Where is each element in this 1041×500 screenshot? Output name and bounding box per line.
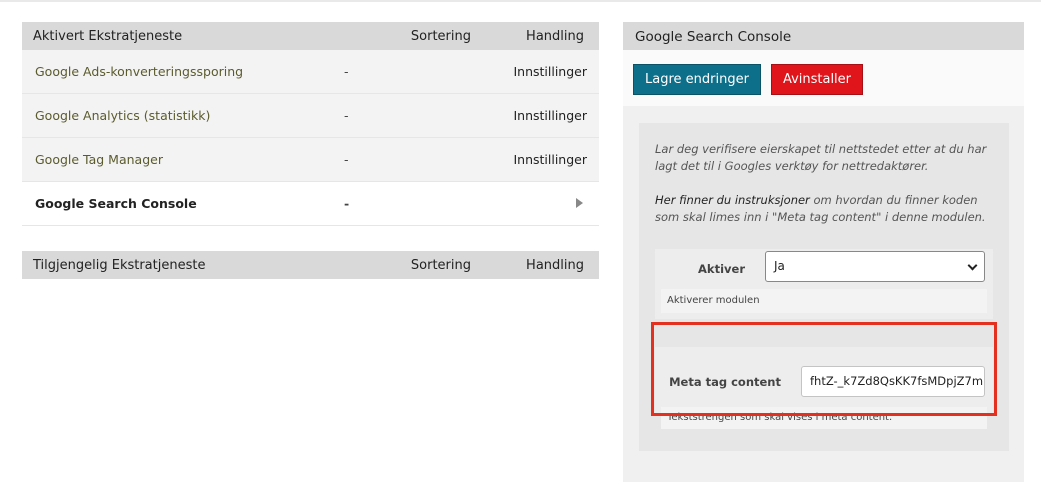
row-name[interactable]: Google Ads-konverteringssporing [22,64,344,79]
settings-link[interactable]: Innstillinger [493,108,599,123]
highlight-box [651,322,997,416]
aktiver-label: Aktiver [698,262,745,276]
play-arrow-icon [576,198,583,208]
header-name: Aktivert Ekstratjeneste [33,28,183,44]
save-button[interactable]: Lagre endringer [633,64,761,95]
aktiver-field: Aktiver Ja Aktiverer modulen [655,249,993,319]
panel-title: Google Search Console [623,22,1024,50]
table-row[interactable]: Google Tag Manager - Innstillinger [22,138,599,182]
table-row[interactable]: Google Ads-konverteringssporing - Innsti… [22,50,599,94]
settings-link[interactable]: Innstillinger [493,64,599,79]
settings-link[interactable]: Innstillinger [493,152,599,167]
row-sort: - [344,108,349,123]
available-table-header: Tilgjengelig Ekstratjeneste Sortering Ha… [22,251,599,279]
aktiver-select[interactable]: Ja [765,251,985,282]
instructions-text: Her finner du instruksjoner om hvordan d… [655,192,995,226]
uninstall-button[interactable]: Avinstaller [770,64,864,95]
instructions-link[interactable]: Her finner du instruksjoner [655,193,810,207]
header-name: Tilgjengelig Ekstratjeneste [33,257,206,273]
active-table-header: Aktivert Ekstratjeneste Sortering Handli… [22,22,599,50]
row-name[interactable]: Google Tag Manager [22,152,344,167]
row-sort: - [344,196,350,211]
aktiver-help: Aktiverer modulen [661,289,987,313]
header-sort[interactable]: Sortering [373,258,493,273]
row-name[interactable]: Google Search Console [22,196,344,211]
table-row[interactable]: Google Analytics (statistikk) - Innstill… [22,94,599,138]
header-sort[interactable]: Sortering [373,29,493,44]
module-description: Lar deg verifisere eierskapet til nettst… [655,142,987,173]
aktiver-value: Ja [774,259,785,273]
row-name[interactable]: Google Analytics (statistikk) [22,108,344,123]
panel-toolbar: Lagre endringer Avinstaller [623,50,1024,106]
row-action[interactable] [493,196,599,211]
extensions-lists: Aktivert Ekstratjeneste Sortering Handli… [22,22,599,279]
table-row-selected[interactable]: Google Search Console - [22,182,599,226]
header-action: Handling [526,28,584,44]
top-divider [0,0,1041,2]
row-sort: - [344,64,349,79]
chevron-down-icon [967,260,978,271]
header-action: Handling [526,257,584,273]
row-sort: - [344,152,349,167]
